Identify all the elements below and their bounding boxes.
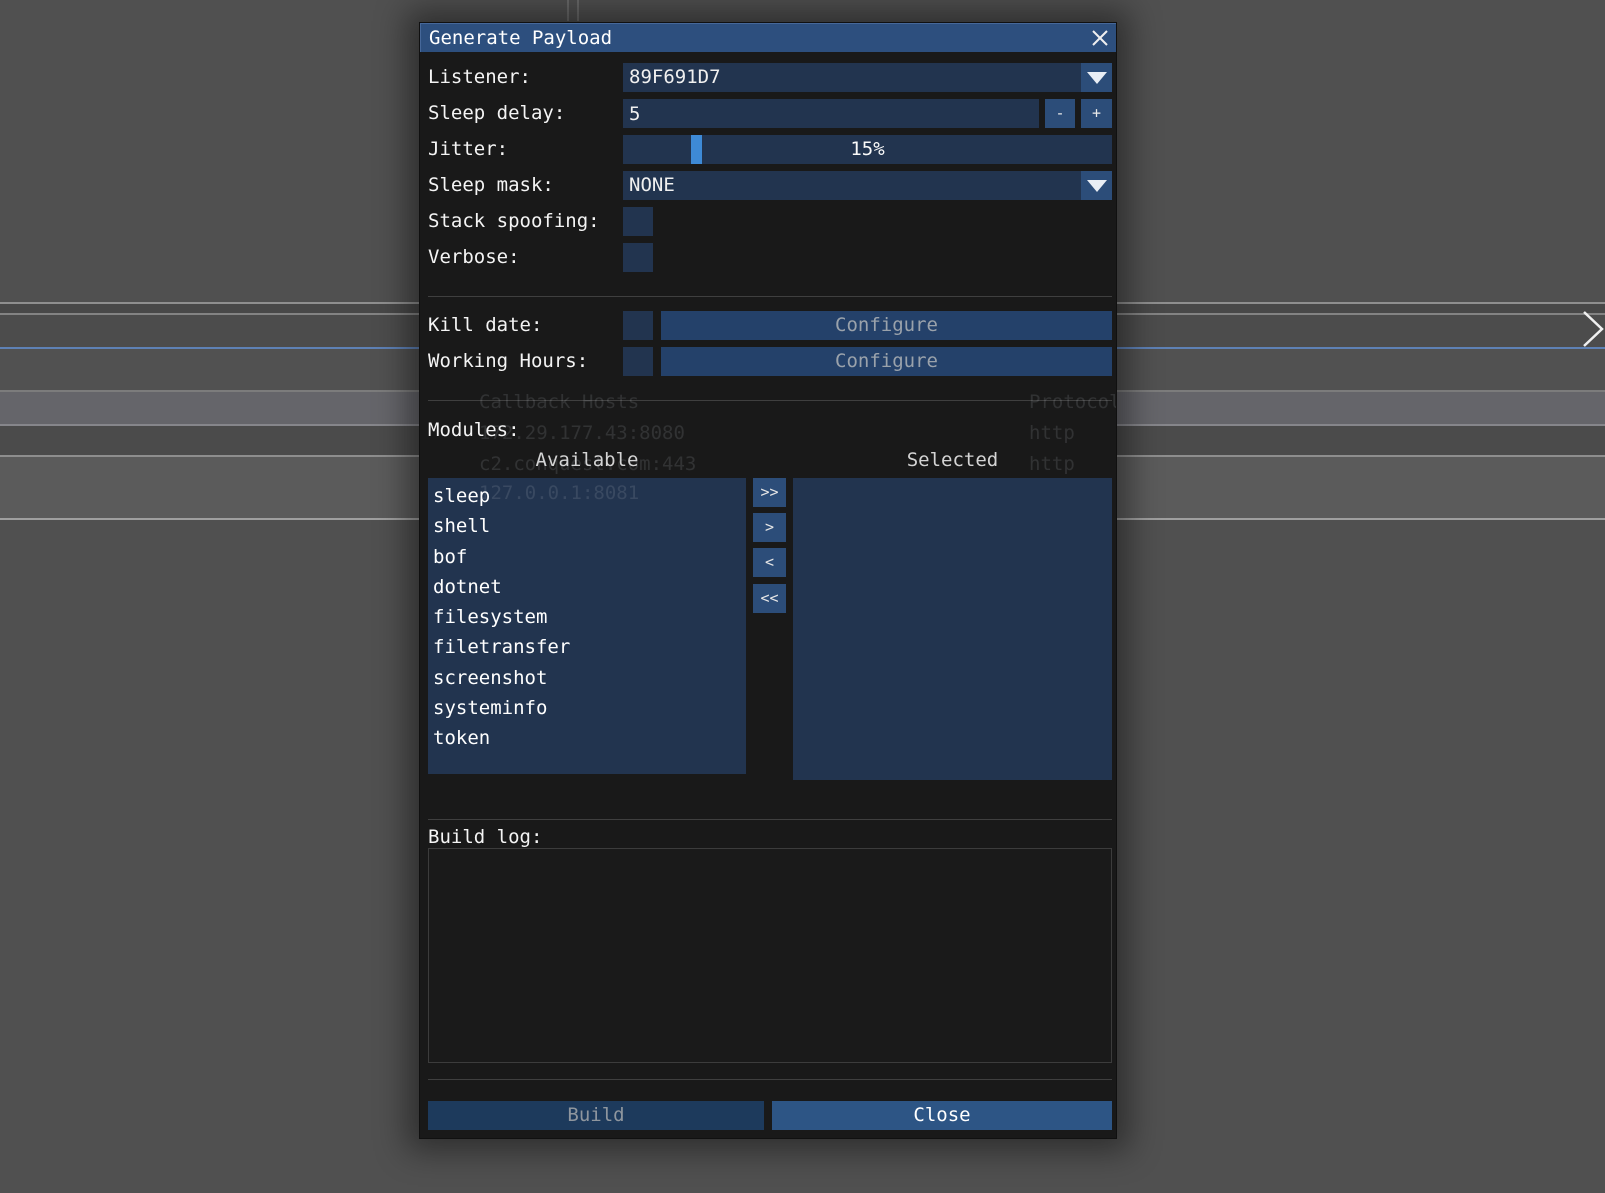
selected-header: Selected — [793, 450, 1112, 470]
module-item[interactable]: filesystem — [428, 602, 746, 632]
sleep-delay-increment-button[interactable]: + — [1081, 99, 1112, 128]
kill-date-configure-button[interactable]: Configure — [661, 311, 1112, 340]
close-button[interactable]: Close — [772, 1101, 1112, 1130]
dialog-titlebar[interactable]: Generate Payload — [420, 23, 1117, 52]
sleep-delay-label: Sleep delay: — [428, 99, 565, 128]
listener-label: Listener: — [428, 63, 531, 92]
dropdown-arrow-icon[interactable] — [1081, 63, 1112, 92]
move-all-right-button[interactable]: >> — [753, 478, 786, 507]
sleep-mask-label: Sleep mask: — [428, 171, 554, 200]
generate-payload-dialog: Generate Payload Listener: 89F691D7 Slee… — [419, 22, 1117, 1139]
module-item[interactable]: sleep — [428, 481, 746, 511]
ghost-callback-hosts-header: Callback Hosts — [479, 392, 639, 413]
listener-value: 89F691D7 — [629, 66, 721, 88]
splitter-handle-line — [577, 0, 579, 21]
jitter-label: Jitter: — [428, 135, 508, 164]
ghost-protocol-cell: http — [1029, 423, 1075, 444]
available-header: Available — [428, 450, 746, 470]
ghost-protocol-header: Protocol — [1029, 392, 1117, 413]
kill-date-label: Kill date: — [428, 311, 542, 340]
module-item[interactable]: bof — [428, 542, 746, 572]
close-icon[interactable] — [1090, 28, 1110, 48]
stack-spoofing-label: Stack spoofing: — [428, 207, 600, 236]
separator — [428, 819, 1112, 820]
verbose-checkbox[interactable] — [623, 243, 653, 272]
listener-dropdown[interactable]: 89F691D7 — [623, 63, 1112, 92]
sleep-mask-dropdown[interactable]: NONE — [623, 171, 1112, 200]
separator — [428, 1079, 1112, 1080]
build-log-output — [428, 848, 1112, 1063]
separator — [428, 296, 1112, 297]
separator — [428, 400, 1112, 401]
dialog-title: Generate Payload — [429, 27, 612, 49]
module-item[interactable]: shell — [428, 511, 746, 541]
chevron-right-icon — [1582, 310, 1605, 352]
module-item[interactable]: screenshot — [428, 663, 746, 693]
module-item[interactable]: systeminfo — [428, 693, 746, 723]
stack-spoofing-checkbox[interactable] — [623, 207, 653, 236]
move-left-button[interactable]: < — [753, 548, 786, 577]
module-item[interactable]: dotnet — [428, 572, 746, 602]
jitter-value: 15% — [623, 135, 1112, 164]
sleep-delay-decrement-button[interactable]: - — [1045, 99, 1075, 128]
kill-date-checkbox[interactable] — [623, 311, 653, 340]
sleep-mask-value: NONE — [629, 174, 675, 196]
working-hours-checkbox[interactable] — [623, 347, 653, 376]
selected-modules-list[interactable] — [793, 478, 1112, 780]
working-hours-label: Working Hours: — [428, 347, 588, 376]
jitter-slider[interactable]: 15% — [623, 135, 1112, 164]
module-item[interactable]: filetransfer — [428, 632, 746, 662]
working-hours-configure-button[interactable]: Configure — [661, 347, 1112, 376]
dropdown-arrow-icon[interactable] — [1081, 171, 1112, 200]
verbose-label: Verbose: — [428, 243, 520, 272]
modules-label: Modules: — [428, 416, 520, 445]
available-modules-list[interactable]: sleepshellbofdotnetfilesystemfiletransfe… — [428, 478, 746, 774]
build-button[interactable]: Build — [428, 1101, 764, 1130]
splitter-handle-line — [567, 0, 569, 21]
move-right-button[interactable]: > — [753, 513, 786, 542]
module-item[interactable]: token — [428, 723, 746, 753]
sleep-delay-input[interactable] — [623, 99, 1039, 128]
move-all-left-button[interactable]: << — [753, 584, 786, 613]
